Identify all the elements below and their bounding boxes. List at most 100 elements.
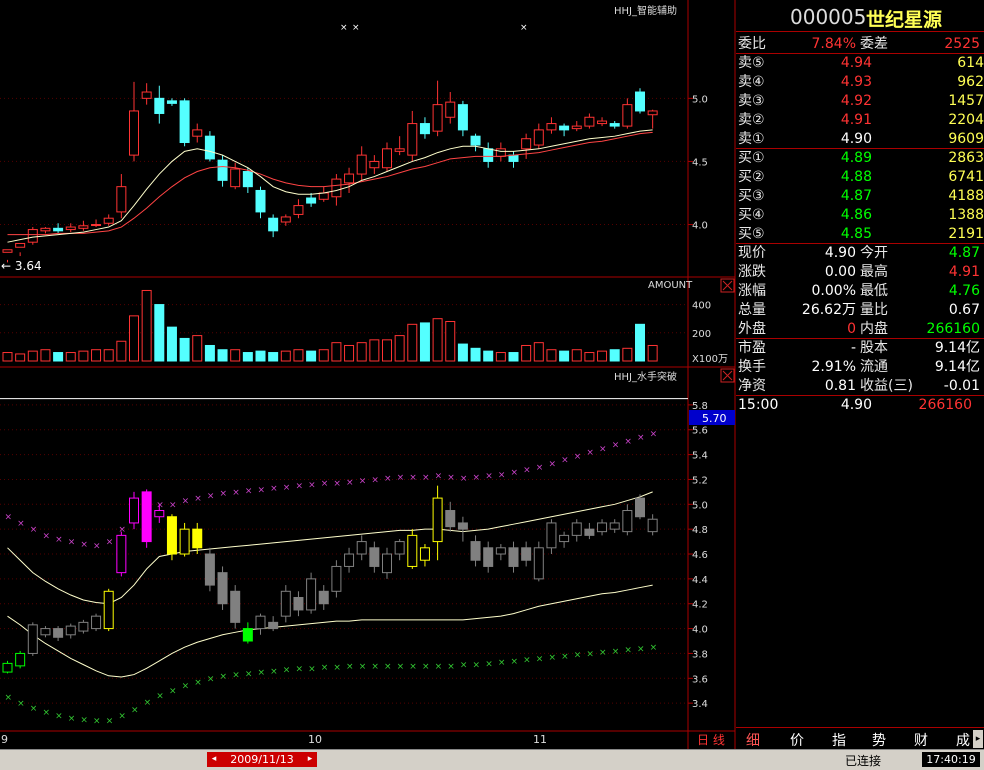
ask-volume: 1457 (948, 93, 984, 109)
ask-price: 4.93 (840, 74, 872, 90)
stock-name: 世纪星源 (866, 9, 943, 31)
lower-cross-marker: × (333, 663, 341, 673)
bid-label: 买④ (738, 207, 765, 223)
upper-cross-marker: × (612, 441, 620, 451)
quote-header: 000005 世纪星源 (736, 3, 984, 32)
close-sub-pane-icon[interactable] (720, 368, 735, 383)
candle-body (407, 123, 418, 156)
candle-body (217, 159, 228, 181)
lower-cross-marker: × (68, 714, 76, 724)
stat-value: 0.00% (811, 283, 856, 299)
breakout-candle (53, 626, 64, 642)
candle-body (53, 628, 64, 638)
lower-cross-marker: × (460, 661, 468, 671)
stat-value: 4.90 (824, 245, 856, 261)
stock-code: 000005 (790, 5, 867, 29)
price-candle (394, 136, 405, 156)
volume-bar (609, 349, 620, 362)
ask-volume: 2204 (948, 112, 984, 128)
tab-scroll-right-icon[interactable]: ▸ (973, 730, 983, 748)
upper-cross-marker: × (359, 477, 367, 487)
candle-body (40, 227, 51, 232)
main-price-pane[interactable]: × × × (2, 23, 658, 263)
date-scroll-left-icon[interactable]: ◂ (207, 752, 221, 767)
candle-body (369, 160, 380, 169)
lower-cross-marker: × (384, 662, 392, 672)
quote-panel: 000005 世纪星源 委比 7.84% 委差 2525 卖⑤ 4.94 614 卖④ 4.93… (736, 0, 984, 727)
bid-price: 4.86 (840, 207, 872, 223)
candle-body (622, 104, 633, 127)
bid-price: 4.85 (840, 226, 872, 242)
upper-cross-marker: × (118, 525, 126, 535)
ask-price: 4.94 (840, 55, 872, 71)
candle-body (65, 625, 76, 636)
status-bar: ◂ 2009/11/13 ▸ 已连接 17:40:19 (0, 749, 984, 770)
period-label[interactable]: 日 线 (697, 733, 725, 747)
candle-body (280, 216, 291, 223)
volume-pane[interactable] (2, 289, 658, 362)
breakout-candle (470, 535, 481, 567)
candle-body (204, 135, 215, 160)
price-candle (407, 110, 418, 162)
candle-body (597, 522, 608, 533)
price-candle (204, 131, 215, 162)
candle-body (129, 497, 139, 524)
candle-body (571, 522, 582, 536)
tab-finance[interactable]: 财 (914, 730, 928, 750)
candle-body (432, 104, 443, 132)
price-candle (154, 85, 165, 124)
stat-value: 4.76 (948, 283, 980, 299)
volume-bar (344, 344, 355, 362)
candle-body (116, 186, 127, 213)
stat-row: 现价 4.90 今开 4.87 (736, 244, 984, 263)
price-candle (306, 192, 317, 207)
tab-trend[interactable]: 势 (872, 730, 886, 750)
breakout-candle (597, 519, 608, 536)
price-candle (597, 117, 608, 127)
price-candle (65, 223, 76, 233)
bid-row: 买④ 4.86 1388 (736, 206, 984, 225)
volume-bar (204, 344, 215, 362)
date-scroll-right-icon[interactable]: ▸ (303, 752, 317, 767)
lower-cross-marker: × (194, 678, 202, 688)
upper-cross-marker: × (333, 479, 341, 489)
upper-cross-marker: × (169, 500, 177, 510)
tab-trades[interactable]: 成 (956, 730, 970, 750)
bid-row: 买⑤ 4.85 2191 (736, 225, 984, 244)
volume-unit-label: X100万 (692, 354, 728, 365)
upper-cross-marker: × (384, 474, 392, 484)
volume-bar (521, 344, 532, 362)
lower-cross-marker: × (55, 712, 63, 722)
y-tick-label: 4.4 (692, 575, 708, 586)
breakout-candle (369, 541, 380, 573)
close-volume-pane-icon[interactable] (720, 278, 735, 293)
tab-detail[interactable]: 细 (746, 730, 760, 750)
candle-body (457, 104, 468, 131)
tick-row: 15:00 4.90 266160 (736, 396, 984, 415)
tab-index[interactable]: 指 (832, 730, 846, 750)
lower-cross-marker: × (321, 663, 329, 673)
volume-bar (559, 350, 570, 362)
candle-body (255, 615, 266, 630)
volume-bar (356, 342, 367, 362)
axis-layer: 4.0 4.5 5.0 200 400 3.4 3.6 3.8 4.0 4.2 4.4 4.6 4.8 5… (688, 94, 711, 710)
volume-bar (382, 339, 392, 362)
volume-bar (571, 349, 582, 362)
weibi-row: 委比 7.84% 委差 2525 (736, 35, 984, 54)
candle-body (369, 547, 380, 567)
volume-bar (27, 350, 38, 362)
ask-row: 卖② 4.91 2204 (736, 111, 984, 130)
lower-cross-marker: × (637, 644, 645, 654)
tab-price[interactable]: 价 (790, 730, 804, 750)
volume-bar (445, 321, 456, 362)
stat-row: 总量 26.62万 量比 0.67 (736, 301, 984, 320)
lower-cross-marker: × (270, 667, 278, 677)
ask-label: 卖② (738, 112, 765, 128)
volume-bar (635, 323, 645, 362)
stat-value: 9.14亿 (934, 340, 980, 356)
bid-volume: 4188 (948, 188, 984, 204)
candle-body (2, 249, 13, 253)
sailor-breakout-pane[interactable]: × × × × × × × × × × × × × × × × × × × × × × × × × × × × × × × × × × × × × × × ×… (0, 398, 688, 727)
lower-cross-marker: × (17, 699, 25, 709)
lower-cross-marker: × (207, 674, 215, 684)
